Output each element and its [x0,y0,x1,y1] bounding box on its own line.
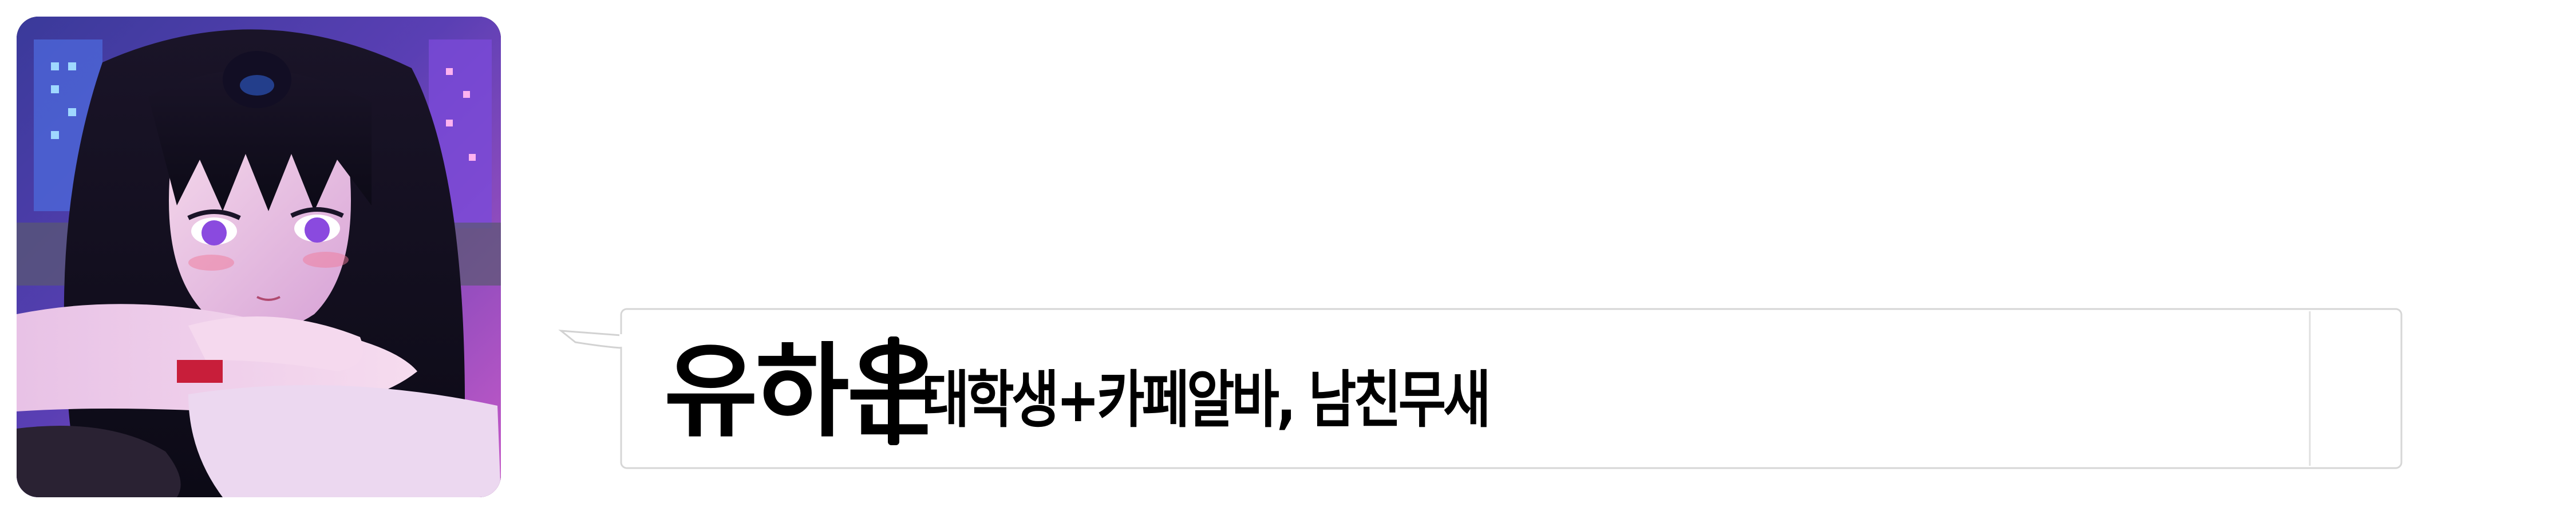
name-divider [888,336,899,445]
character-description: 대학생+카페알바, 남친무새 [922,365,1491,436]
avatar-illustration [17,17,501,497]
character-avatar [17,17,501,497]
